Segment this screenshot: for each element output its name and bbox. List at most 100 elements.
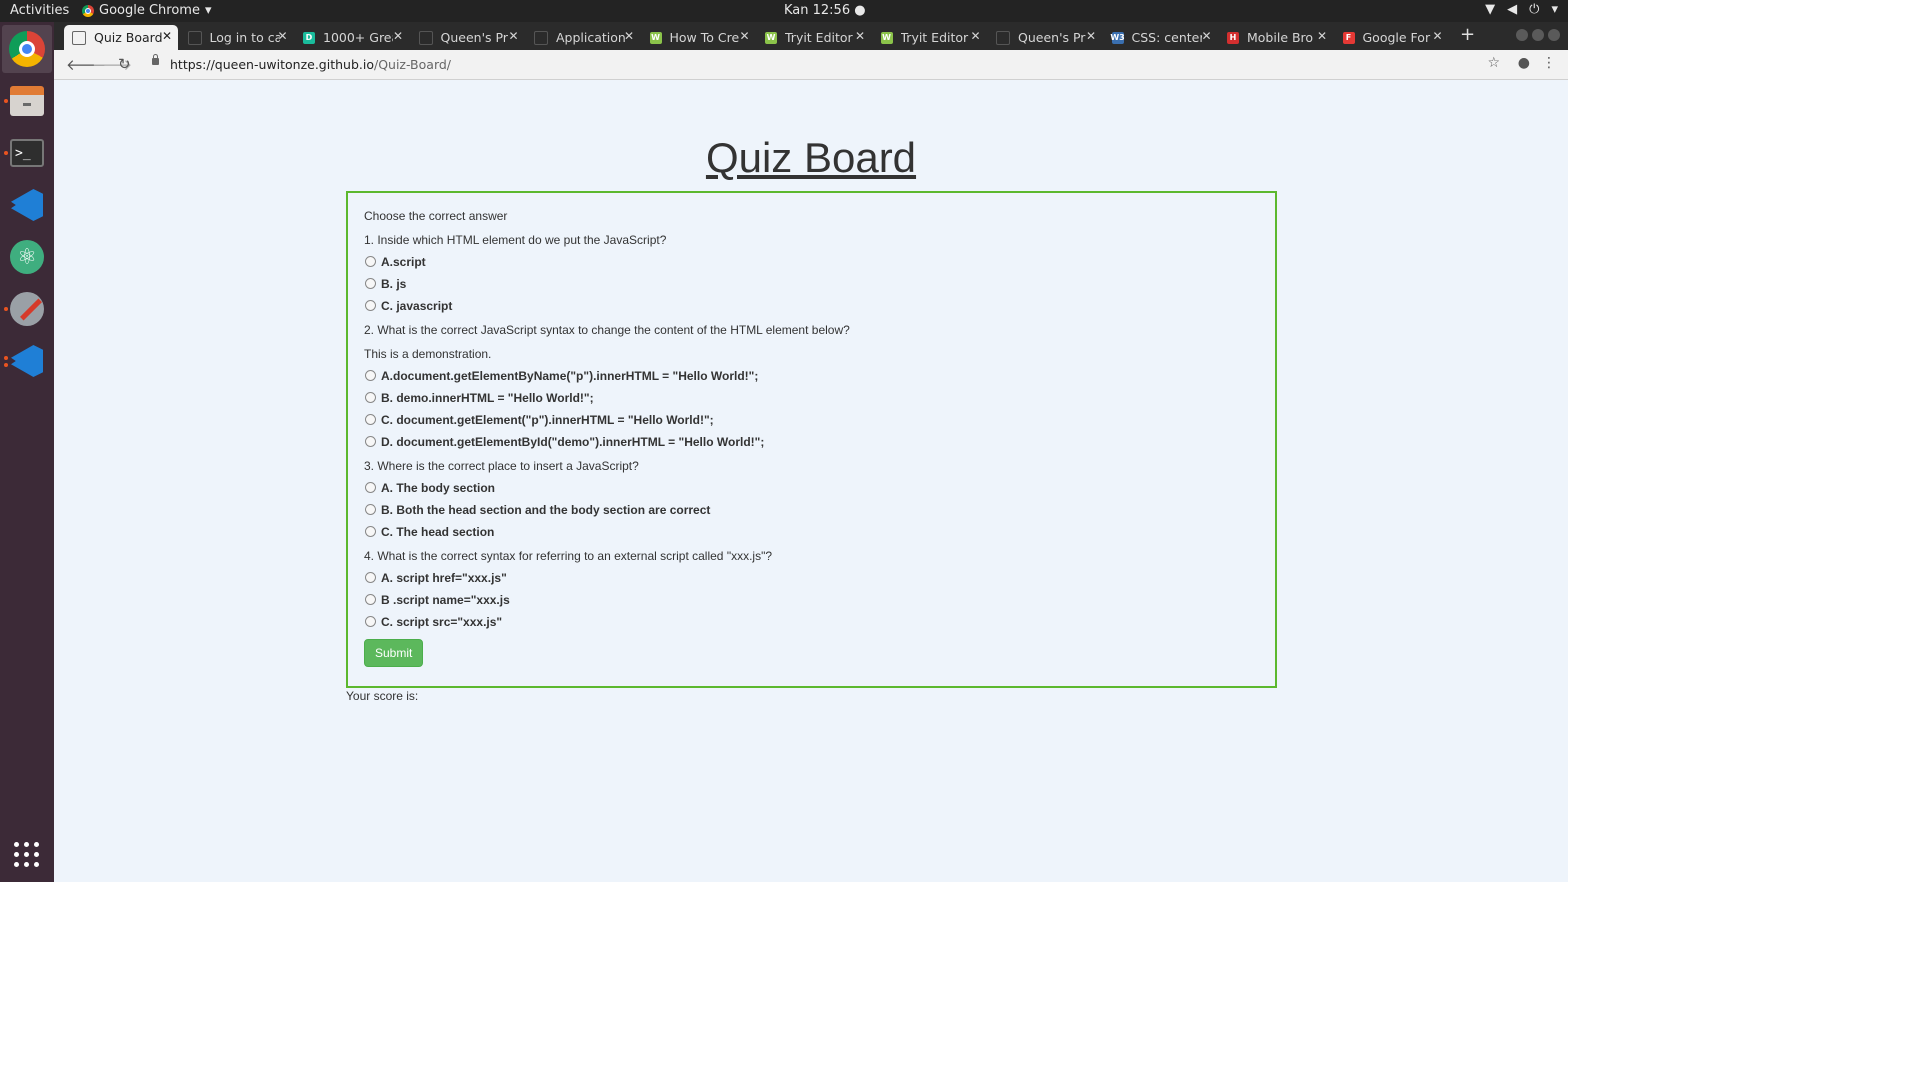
tab-title: Queen's Pr (440, 30, 508, 45)
answer-option-label: A. script href="xxx.js" (381, 571, 507, 585)
minimize-icon[interactable] (1516, 29, 1528, 41)
tab-title: Queen's Pr (1018, 30, 1086, 45)
close-tab-icon[interactable]: ✕ (508, 29, 518, 43)
tab-favicon-icon: W (649, 31, 662, 44)
radio-button[interactable] (365, 571, 376, 583)
answer-option[interactable]: C. document.getElement("p").innerHTML = … (364, 413, 1259, 427)
running-indicator (4, 151, 8, 155)
close-tab-icon[interactable]: ✕ (855, 29, 865, 43)
answer-option[interactable]: C. The head section (364, 525, 1259, 539)
browser-tab[interactable]: W Tryit Editor ✕ (873, 25, 987, 50)
close-tab-icon[interactable]: ✕ (739, 29, 749, 43)
answer-option[interactable]: A. script href="xxx.js" (364, 571, 1259, 585)
browser-tab[interactable]: Queen's Pr ✕ (988, 25, 1102, 50)
app-menu[interactable]: Google Chrome ▾ (82, 3, 212, 18)
maximize-icon[interactable] (1532, 29, 1544, 41)
running-indicator (4, 307, 8, 311)
radio-button[interactable] (365, 593, 376, 605)
answer-option[interactable]: B. Both the head section and the body se… (364, 503, 1259, 517)
dock-terminal[interactable]: >_ (2, 129, 52, 177)
close-tab-icon[interactable]: ✕ (393, 29, 403, 43)
power-icon: ⏻ (1529, 2, 1540, 17)
tab-favicon-icon: D (303, 31, 315, 44)
browser-tab[interactable]: F Google For ✕ (1335, 25, 1449, 50)
dock-files[interactable] (2, 77, 52, 125)
answer-option[interactable]: C. javascript (364, 299, 1259, 313)
clock[interactable]: Kan 12:56 ● (784, 3, 866, 18)
system-tray[interactable]: ▼ ◀ ⏻ ▾ (1485, 2, 1558, 17)
tab-title: Log in to ca (209, 30, 280, 45)
radio-button[interactable] (365, 525, 376, 537)
show-applications-button[interactable] (2, 831, 52, 879)
dock: >_ ⚛ (0, 22, 54, 882)
answer-option[interactable]: A.document.getElementByName("p").innerHT… (364, 369, 1259, 383)
close-tab-icon[interactable]: ✕ (970, 29, 980, 43)
menu-kebab-icon[interactable]: ⋮ (1542, 55, 1556, 71)
browser-tab[interactable]: W3 CSS: center ✕ (1104, 25, 1218, 50)
answer-option-label: C. script src="xxx.js" (381, 615, 503, 629)
browser-tab[interactable]: Queen's Pr ✕ (411, 25, 525, 50)
radio-button[interactable] (365, 277, 376, 289)
page-title: Quiz Board (705, 134, 917, 181)
radio-button[interactable] (365, 391, 376, 403)
dock-atom[interactable]: ⚛ (2, 233, 52, 281)
question-text: 4. What is the correct syntax for referr… (364, 549, 773, 563)
answer-option[interactable]: A. The body section (364, 481, 1259, 495)
close-tab-icon[interactable]: ✕ (1317, 29, 1327, 43)
dock-vscode-2[interactable] (2, 337, 52, 385)
radio-button[interactable] (365, 255, 376, 267)
tab-title: Quiz Board (94, 30, 163, 45)
radio-button[interactable] (365, 503, 376, 515)
profile-icon[interactable]: ● (1518, 55, 1530, 71)
apps-grid-icon (14, 842, 40, 868)
close-tab-icon[interactable]: ✕ (1086, 29, 1096, 43)
answer-option-label: A.script (381, 255, 426, 269)
tab-favicon-icon: H (1227, 31, 1239, 44)
close-tab-icon[interactable]: ✕ (624, 29, 634, 43)
tab-favicon-icon: W (765, 31, 777, 44)
answer-option[interactable]: C. script src="xxx.js" (364, 615, 1259, 629)
radio-button[interactable] (365, 615, 376, 627)
close-tab-icon[interactable]: ✕ (277, 29, 287, 43)
close-tab-icon[interactable]: ✕ (162, 29, 172, 43)
radio-button[interactable] (365, 369, 376, 381)
tab-title: Mobile Bro (1247, 30, 1314, 45)
close-icon[interactable] (1548, 29, 1560, 41)
address-bar[interactable]: https://queen-uwitonze.github.io/Quiz-Bo… (170, 57, 451, 72)
answer-option[interactable]: D. document.getElementById("demo").inner… (364, 435, 1259, 449)
answer-option[interactable]: B .script name="xxx.js (364, 593, 1259, 607)
submit-button[interactable]: Submit (364, 639, 424, 667)
close-tab-icon[interactable]: ✕ (1432, 29, 1442, 43)
tab-favicon-icon (187, 30, 202, 45)
tab-title: Google For (1362, 30, 1431, 45)
browser-tab[interactable]: Log in to ca ✕ (180, 25, 294, 50)
answer-option[interactable]: B. demo.innerHTML = "Hello World!"; (364, 391, 1259, 405)
browser-tab[interactable]: H Mobile Bro ✕ (1219, 25, 1333, 50)
dock-chrome[interactable] (2, 25, 52, 73)
dock-tools[interactable] (2, 285, 52, 333)
files-icon (10, 86, 44, 116)
radio-button[interactable] (365, 413, 376, 425)
activities-button[interactable]: Activities (10, 3, 69, 18)
answer-option-label: C. document.getElement("p").innerHTML = … (381, 413, 714, 427)
dock-vscode[interactable] (2, 181, 52, 229)
browser-tab[interactable]: W Tryit Editor ✕ (757, 25, 871, 50)
radio-button[interactable] (365, 435, 376, 447)
bookmark-star-icon[interactable]: ☆ (1487, 55, 1500, 71)
new-tab-button[interactable]: + (1460, 24, 1475, 45)
tab-title: CSS: center (1131, 30, 1202, 45)
tab-favicon-icon (996, 30, 1010, 45)
reload-button[interactable]: ↻ (118, 55, 131, 73)
close-tab-icon[interactable]: ✕ (1201, 29, 1211, 43)
radio-button[interactable] (365, 299, 376, 311)
window-controls (1516, 29, 1560, 41)
lock-icon[interactable] (152, 54, 159, 65)
browser-tab[interactable]: W How To Cre ✕ (642, 25, 756, 50)
answer-option[interactable]: A.script (364, 255, 1259, 269)
vscode-icon (11, 189, 43, 221)
browser-tab[interactable]: Application ✕ (526, 25, 640, 50)
answer-option[interactable]: B. js (364, 277, 1259, 291)
browser-tab[interactable]: Quiz Board ✕ (64, 25, 178, 50)
radio-button[interactable] (365, 481, 376, 493)
browser-tab[interactable]: D 1000+ Grea ✕ (295, 25, 409, 50)
